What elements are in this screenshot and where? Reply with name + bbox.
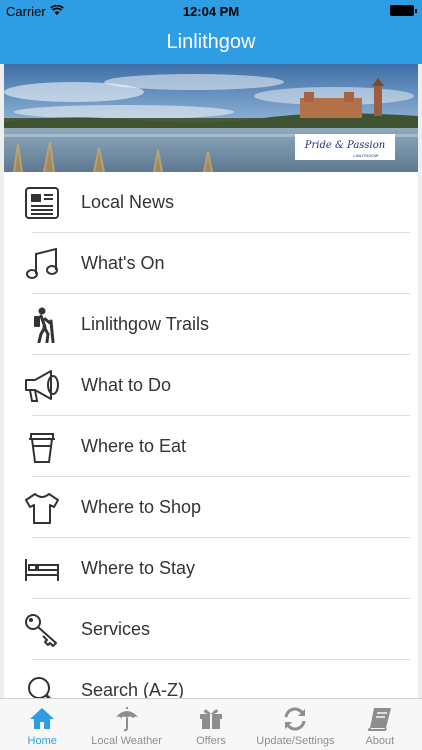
umbrella-icon: [84, 706, 168, 732]
status-bar: Carrier 12:04 PM: [0, 0, 422, 22]
tab-home[interactable]: Home: [0, 699, 84, 750]
menu-item-whats-on[interactable]: What's On: [4, 233, 418, 294]
search-icon: [22, 672, 62, 698]
music-note-icon: [22, 245, 62, 283]
navigation-bar: Linlithgow: [0, 22, 422, 64]
main-menu-list: Local News What's On Linlithgow Trails W…: [4, 172, 418, 698]
tab-offers[interactable]: Offers: [169, 699, 253, 750]
menu-item-label: Linlithgow Trails: [81, 314, 210, 334]
key-icon: [22, 611, 62, 649]
menu-item-label: What's On: [81, 253, 165, 273]
menu-item-where-to-shop[interactable]: Where to Shop: [4, 477, 418, 538]
book-icon: [338, 706, 422, 732]
tab-label: Offers: [196, 735, 226, 747]
coffee-cup-icon: [22, 428, 62, 466]
menu-item-services[interactable]: Services: [4, 599, 418, 660]
menu-item-search-a-z[interactable]: Search (A-Z): [4, 660, 418, 698]
status-time: 12:04 PM: [182, 4, 240, 19]
tab-label: Local Weather: [91, 735, 162, 747]
megaphone-icon: [22, 367, 62, 405]
page-title: Linlithgow: [166, 31, 256, 53]
battery-icon: [390, 5, 417, 16]
tab-about[interactable]: About: [338, 699, 422, 750]
tab-label: Home: [27, 735, 57, 747]
bed-icon: [22, 550, 62, 588]
home-icon: [0, 706, 84, 732]
menu-item-linlithgow-trails[interactable]: Linlithgow Trails: [4, 294, 418, 355]
tshirt-icon: [22, 489, 62, 527]
menu-item-label: What to Do: [81, 375, 172, 395]
menu-item-label: Where to Stay: [81, 558, 196, 578]
menu-item-label: Search (A-Z): [81, 680, 185, 698]
pride-passion-logo: Pride & Passion LINLITHGOW: [295, 134, 395, 160]
gift-icon: [169, 706, 253, 732]
menu-item-where-to-eat[interactable]: Where to Eat: [4, 416, 418, 477]
tab-bar: Home Local Weather Offers Update/Setting…: [0, 698, 422, 750]
refresh-icon: [253, 706, 337, 732]
tab-update-settings[interactable]: Update/Settings: [253, 699, 337, 750]
logo-subtitle: LINLITHGOW: [354, 153, 379, 158]
tab-local-weather[interactable]: Local Weather: [84, 699, 168, 750]
menu-item-what-to-do[interactable]: What to Do: [4, 355, 418, 416]
menu-item-label: Where to Shop: [81, 497, 202, 517]
logo-title: Pride & Passion: [304, 140, 385, 151]
header-banner-image: Pride & Passion LINLITHGOW: [4, 64, 418, 172]
tab-label: About: [365, 735, 395, 747]
menu-item-label: Services: [81, 619, 151, 639]
menu-item-label: Where to Eat: [81, 436, 187, 456]
menu-item-label: Local News: [81, 192, 175, 212]
newspaper-icon: [22, 184, 62, 222]
menu-item-local-news[interactable]: Local News: [4, 172, 418, 233]
tab-label: Update/Settings: [256, 735, 335, 747]
hiker-icon: [22, 306, 62, 344]
menu-item-where-to-stay[interactable]: Where to Stay: [4, 538, 418, 599]
